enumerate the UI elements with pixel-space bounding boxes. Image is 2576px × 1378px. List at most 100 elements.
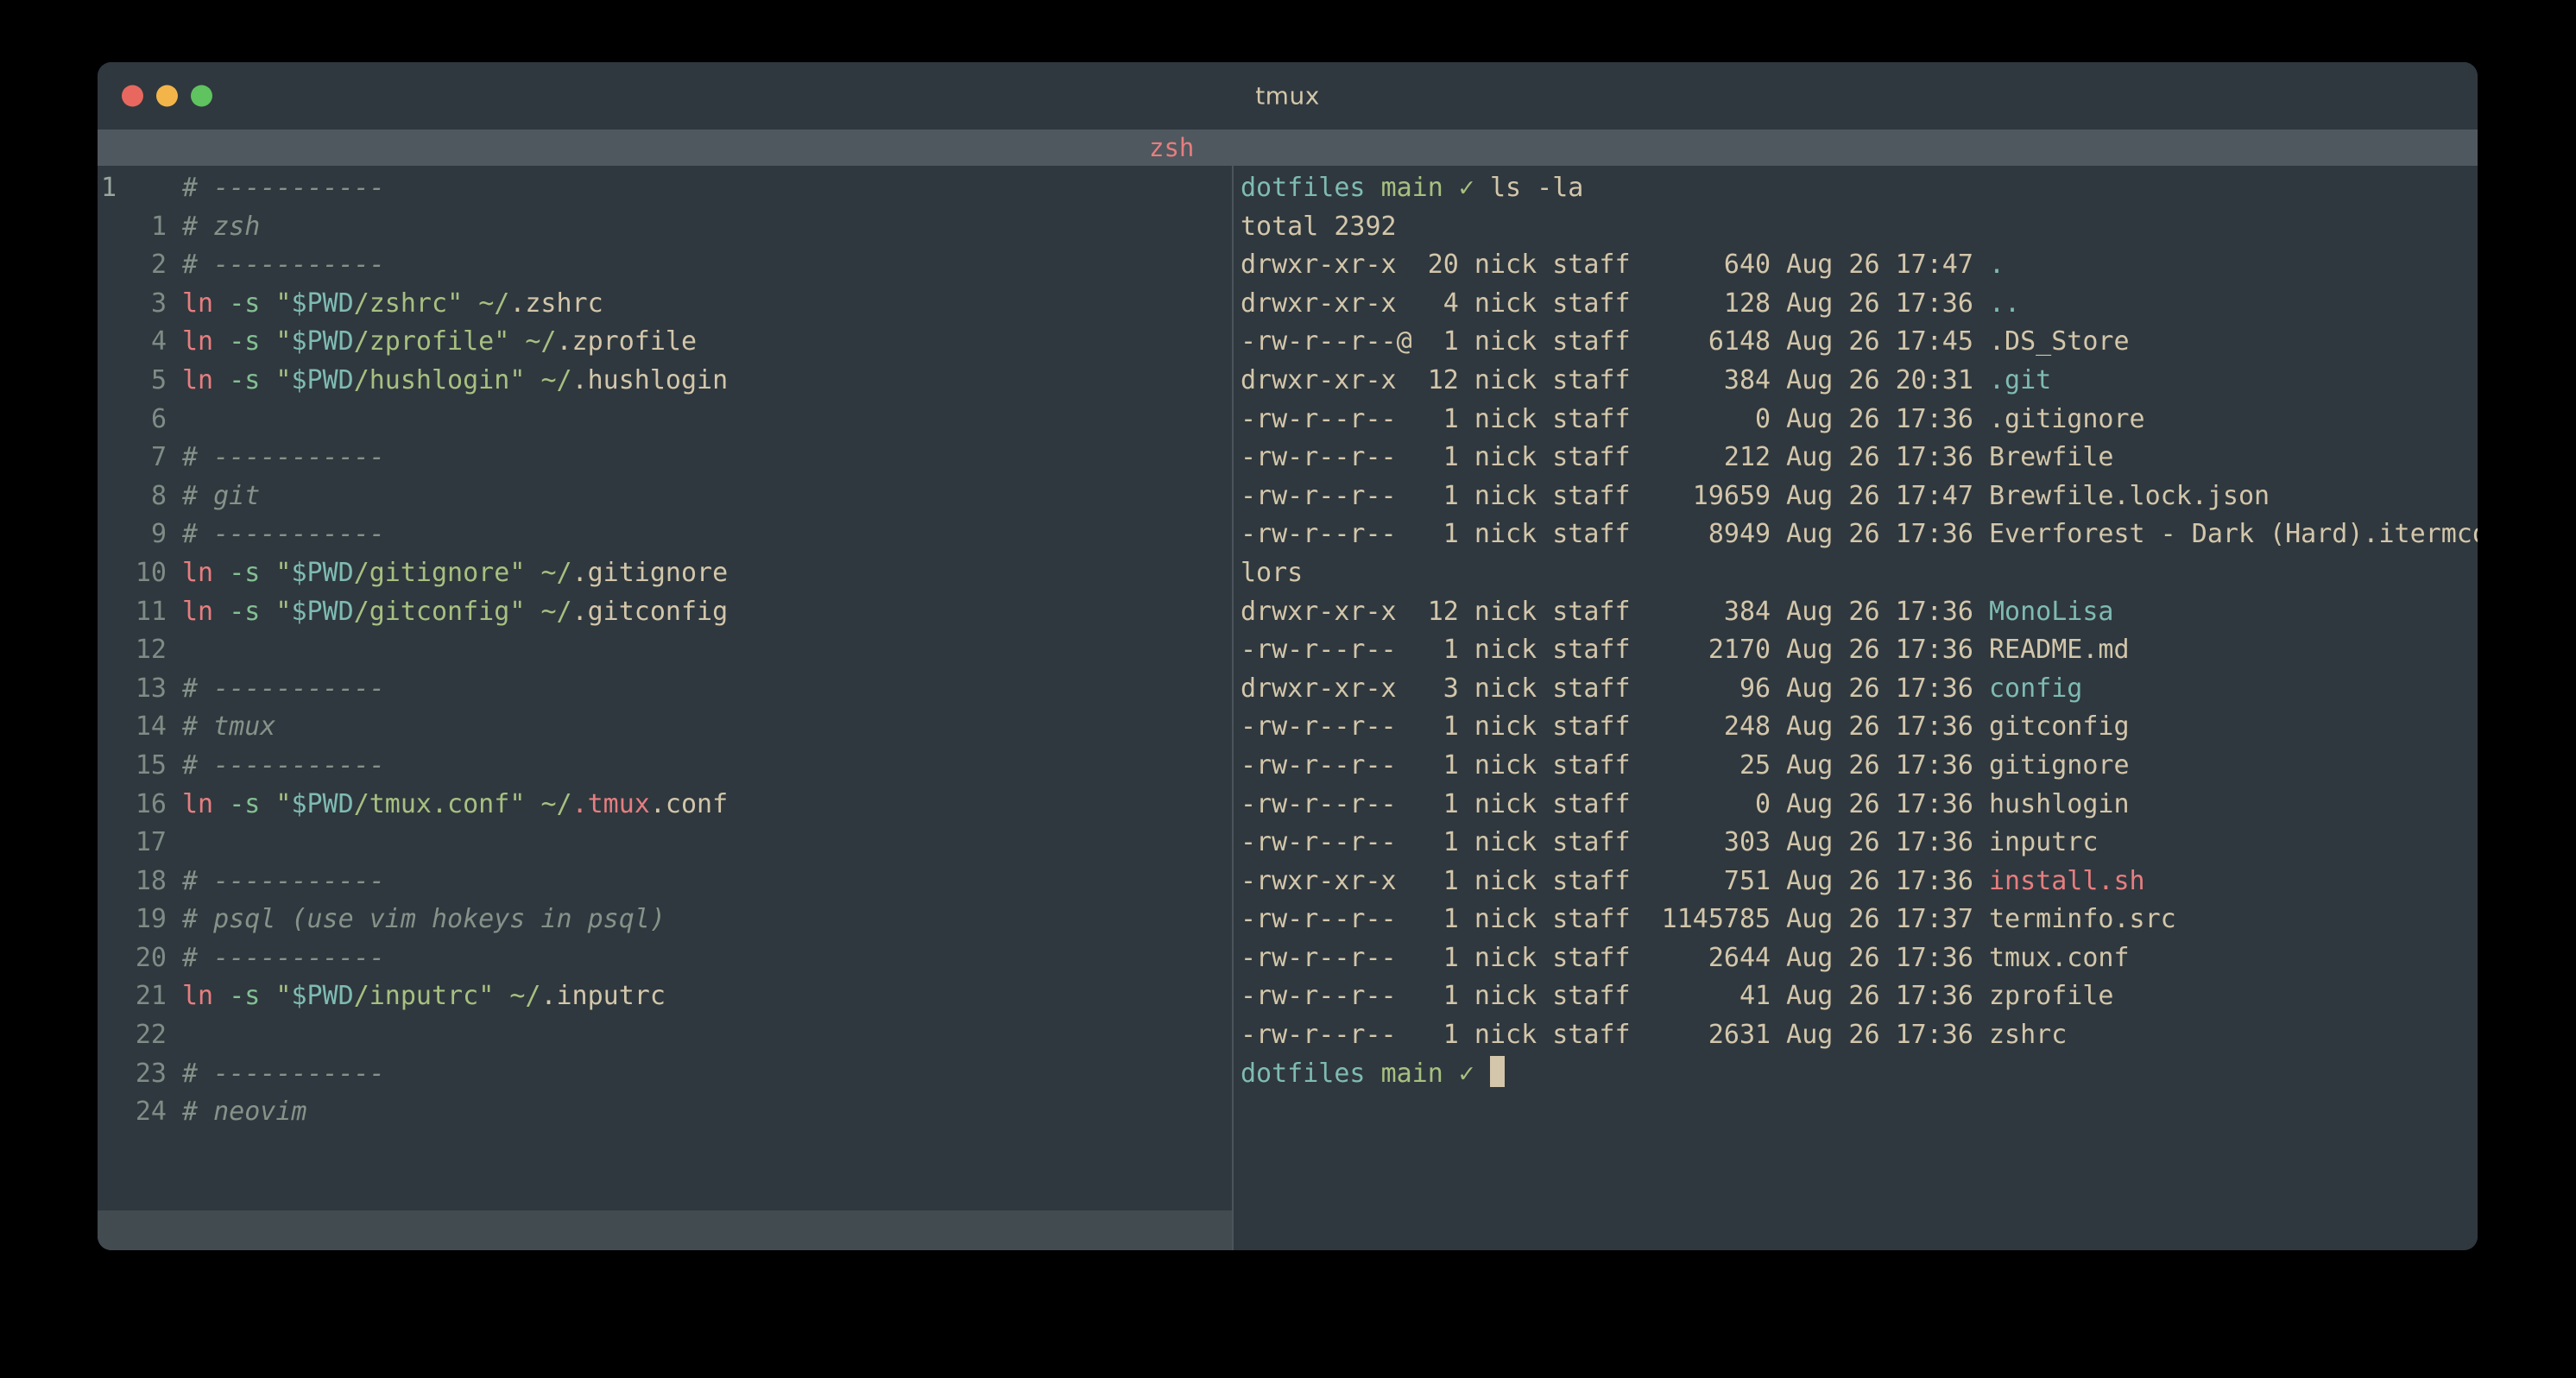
file-listing-row: -rw-r--r-- 1 nick staff 2170 Aug 26 17:3… (1241, 631, 2478, 670)
file-metadata: -rw-r--r-- 1 nick staff 41 Aug 26 17:36 (1241, 981, 1989, 1012)
code-line[interactable]: 21 ln -s "$PWD/inputrc" ~/.inputrc (98, 977, 1232, 1016)
code-line[interactable]: 4 ln -s "$PWD/zprofile" ~/.zprofile (98, 323, 1232, 362)
tmux-window-list[interactable]: zsh (1149, 130, 1194, 166)
code-line[interactable]: 13 # ----------- (98, 670, 1232, 709)
code-line[interactable]: 11 ln -s "$PWD/gitconfig" ~/.gitconfig (98, 593, 1232, 632)
line-number: 2 (150, 250, 167, 281)
file-metadata: -rw-r--r-- 1 nick staff 25 Aug 26 17:36 (1241, 749, 1989, 781)
code-line[interactable]: 24 # neovim (98, 1093, 1232, 1132)
code-line[interactable]: 16 ln -s "$PWD/tmux.conf" ~/.tmux.conf (98, 786, 1232, 825)
code-token: # ----------- (182, 942, 385, 973)
shell-total-line: total 2392 (1241, 208, 2478, 247)
code-line[interactable]: 1 # ----------- (98, 169, 1232, 208)
vim-statusline: install.sh 1,1 Top (98, 1210, 1232, 1250)
line-number: 12 (135, 635, 167, 666)
code-line[interactable]: 10 ln -s "$PWD/gitignore" ~/.gitignore (98, 554, 1232, 593)
line-number: 3 (150, 288, 167, 319)
file-metadata: -rw-r--r-- 1 nick staff 2644 Aug 26 17:3… (1241, 942, 1989, 973)
code-token: # ----------- (182, 250, 385, 281)
file-listing-row: drwxr-xr-x 12 nick staff 384 Aug 26 17:3… (1241, 593, 2478, 632)
code-token: " (275, 288, 292, 319)
code-token: / (353, 557, 369, 588)
code-token: # ----------- (182, 519, 385, 550)
code-text: # zsh (182, 208, 260, 247)
code-token: " (275, 364, 292, 395)
code-token: / (353, 364, 369, 395)
line-number: 20 (135, 942, 167, 973)
code-line[interactable]: 15 # ----------- (98, 747, 1232, 786)
code-line[interactable]: 2 # ----------- (98, 246, 1232, 285)
code-line[interactable]: 12 (98, 631, 1232, 670)
code-line[interactable]: 6 (98, 401, 1232, 439)
file-name: .. (1988, 288, 2021, 319)
code-token: " (509, 788, 526, 819)
code-line[interactable]: 19 # psql (use vim hokeys in psql) (98, 901, 1232, 939)
code-text: # ----------- (182, 515, 385, 554)
code-line[interactable]: 20 # ----------- (98, 939, 1232, 978)
file-name: install.sh (1988, 865, 2145, 896)
code-token: ~/ (540, 788, 572, 819)
file-listing-row: drwxr-xr-x 3 nick staff 96 Aug 26 17:36 … (1241, 670, 2478, 709)
code-token: ln (182, 288, 214, 319)
shell-output[interactable]: dotfiles main ✓ ls -la total 2392 drwxr-xr… (1241, 169, 2478, 1250)
code-text: ln -s "$PWD/tmux.conf" ~/.tmux.conf (182, 786, 728, 825)
code-line[interactable]: 23 # ----------- (98, 1055, 1232, 1094)
code-token: gitignore (369, 557, 510, 588)
code-token: tmux.conf (369, 788, 510, 819)
code-line[interactable]: 5 ln -s "$PWD/hushlogin" ~/.hushlogin (98, 362, 1232, 401)
file-name: README.md (1988, 635, 2130, 666)
code-text: ln -s "$PWD/inputrc" ~/.inputrc (182, 977, 666, 1016)
tmux-window-zsh[interactable]: zsh (1149, 130, 1194, 166)
terminal-window[interactable]: tmux zsh 1 # ----------- 1 # zsh 2 # --------… (98, 62, 2478, 1250)
code-line[interactable]: 3 ln -s "$PWD/zshrc" ~/.zshrc (98, 285, 1232, 324)
file-listing-row: -rw-r--r-- 1 nick staff 212 Aug 26 17:36… (1241, 439, 2478, 477)
file-metadata: -rw-r--r-- 1 nick staff 19659 Aug 26 17:… (1241, 480, 1989, 511)
file-listing-row: -rw-r--r-- 1 nick staff 41 Aug 26 17:36 … (1241, 977, 2478, 1016)
code-line[interactable]: 7 # ----------- (98, 439, 1232, 477)
file-metadata: -rw-r--r-- 1 nick staff 0 Aug 26 17:36 (1241, 403, 1989, 434)
code-line[interactable]: 17 (98, 824, 1232, 863)
code-line[interactable]: 22 (98, 1016, 1232, 1055)
prompt-status-check-icon: ✓ (1458, 1058, 1474, 1089)
code-token: ~/ (540, 557, 572, 588)
editor-buffer[interactable]: 1 # ----------- 1 # zsh 2 # ----------- 3 ln -s… (98, 166, 1232, 1210)
file-metadata: -rw-r--r-- 1 nick staff 2631 Aug 26 17:3… (1241, 1020, 1989, 1051)
code-line[interactable]: 18 # ----------- (98, 863, 1232, 901)
code-line[interactable]: 8 # git (98, 477, 1232, 516)
line-number: 19 (135, 904, 167, 935)
code-token: $PWD (291, 557, 354, 588)
file-listing-row: -rw-r--r-- 1 nick staff 0 Aug 26 17:36 h… (1241, 786, 2478, 825)
code-line[interactable]: 9 # ----------- (98, 515, 1232, 554)
code-text: ln -s "$PWD/gitconfig" ~/.gitconfig (182, 593, 728, 632)
file-listing-row: -rw-r--r-- 1 nick staff 303 Aug 26 17:36… (1241, 824, 2478, 863)
line-number: 16 (135, 788, 167, 819)
code-token: zprofile (369, 326, 495, 357)
code-token: .zprofile (556, 326, 698, 357)
code-line[interactable]: 1 # zsh (98, 208, 1232, 247)
tmux-panes: 1 # ----------- 1 # zsh 2 # ----------- 3 ln -s… (98, 166, 2478, 1250)
code-token: $PWD (291, 364, 354, 395)
line-number: 22 (135, 1020, 167, 1051)
editor-pane[interactable]: 1 # ----------- 1 # zsh 2 # ----------- 3 ln -s… (98, 166, 1232, 1250)
line-number: 6 (150, 403, 167, 434)
file-metadata: -rw-r--r-- 1 nick staff 1145785 Aug 26 1… (1241, 904, 1989, 935)
file-metadata: -rw-r--r-- 1 nick staff 248 Aug 26 17:36 (1241, 711, 1989, 743)
code-token: # ----------- (182, 1058, 385, 1089)
window-titlebar[interactable]: tmux (98, 62, 2478, 130)
tmux-status-bar[interactable]: zsh (98, 130, 2478, 166)
code-line[interactable]: 14 # tmux (98, 708, 1232, 747)
shell-pane[interactable]: dotfiles main ✓ ls -la total 2392 drwxr-xr… (1234, 166, 2478, 1250)
file-metadata: -rw-r--r-- 1 nick staff 8949 Aug 26 17:3… (1241, 519, 1989, 550)
file-name: .DS_Store (1988, 326, 2130, 357)
code-token: " (275, 981, 292, 1012)
code-text: ln -s "$PWD/gitignore" ~/.gitignore (182, 554, 728, 593)
code-token: gitconfig (369, 596, 510, 627)
